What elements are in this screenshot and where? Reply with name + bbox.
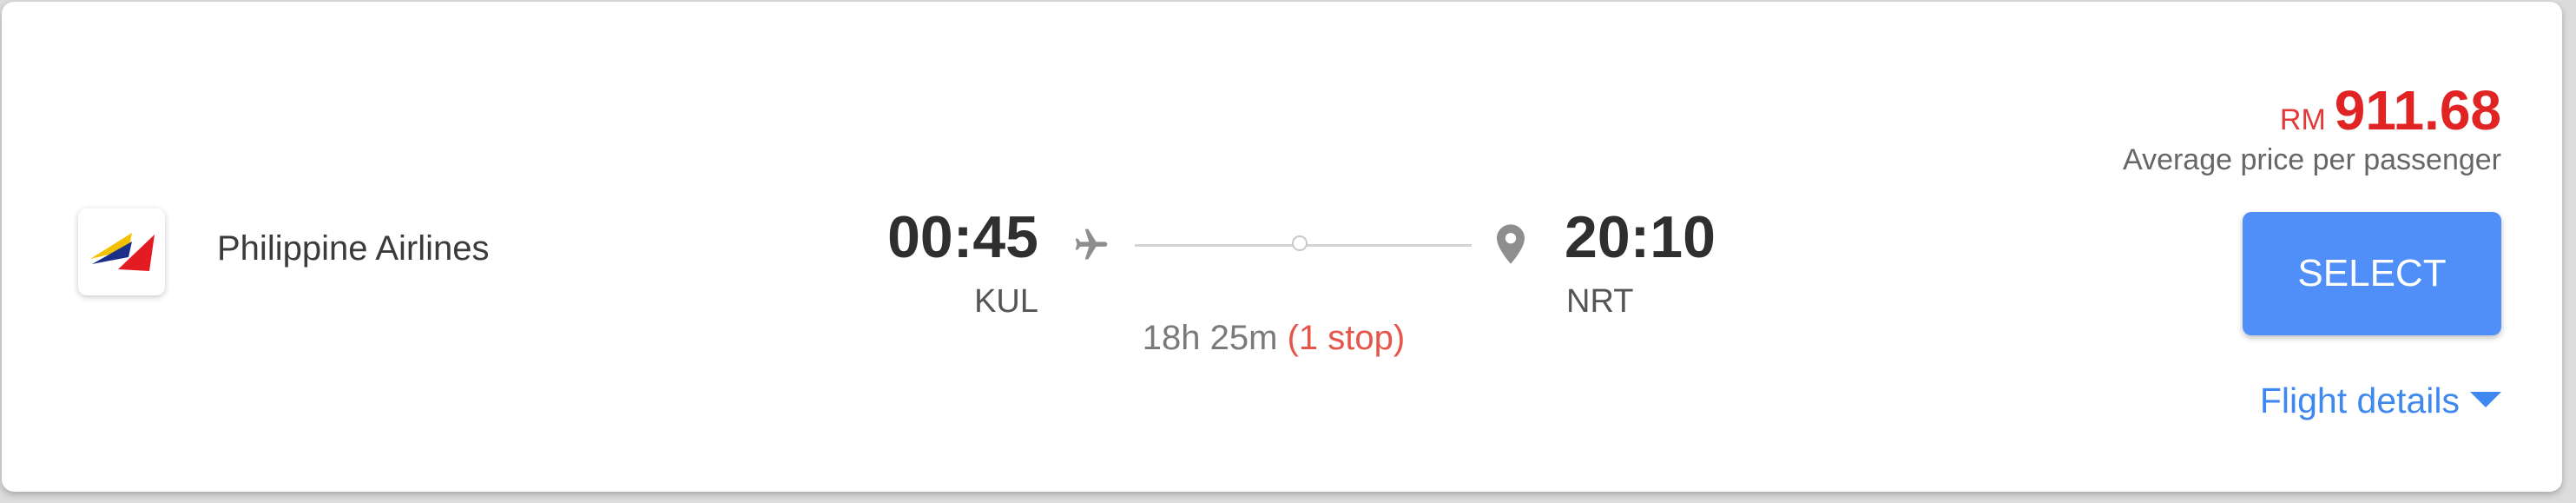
airline-logo xyxy=(78,208,165,295)
flight-details-label: Flight details xyxy=(2259,381,2460,420)
map-pin-icon xyxy=(1497,224,1525,268)
arrival-airport: NRT xyxy=(1566,283,1634,320)
flight-duration: 18h 25m xyxy=(1142,319,1278,357)
plane-icon xyxy=(1072,226,1110,268)
price-currency: RM xyxy=(2279,103,2326,136)
price-note: Average price per passenger xyxy=(2123,143,2501,176)
flight-result-card: Philippine Airlines 00:45 KUL 20:10 NRT … xyxy=(2,2,2562,492)
select-button[interactable]: SELECT xyxy=(2243,212,2501,335)
duration-row: 18h 25m (1 stop) xyxy=(1048,319,1499,358)
arrival-time: 20:10 xyxy=(1565,204,1716,270)
stop-count: (1 stop) xyxy=(1287,319,1406,357)
philippine-airlines-logo-icon xyxy=(90,233,155,271)
departure-airport: KUL xyxy=(974,283,1038,320)
airline-name: Philippine Airlines xyxy=(217,229,490,268)
stop-marker xyxy=(1292,235,1308,251)
caret-down-icon xyxy=(2470,392,2501,407)
flight-details-link[interactable]: Flight details xyxy=(2260,381,2501,421)
price-amount: 911.68 xyxy=(2334,79,2501,142)
price-row: RM 911.68 xyxy=(2280,78,2501,142)
departure-time: 00:45 xyxy=(887,204,1038,270)
